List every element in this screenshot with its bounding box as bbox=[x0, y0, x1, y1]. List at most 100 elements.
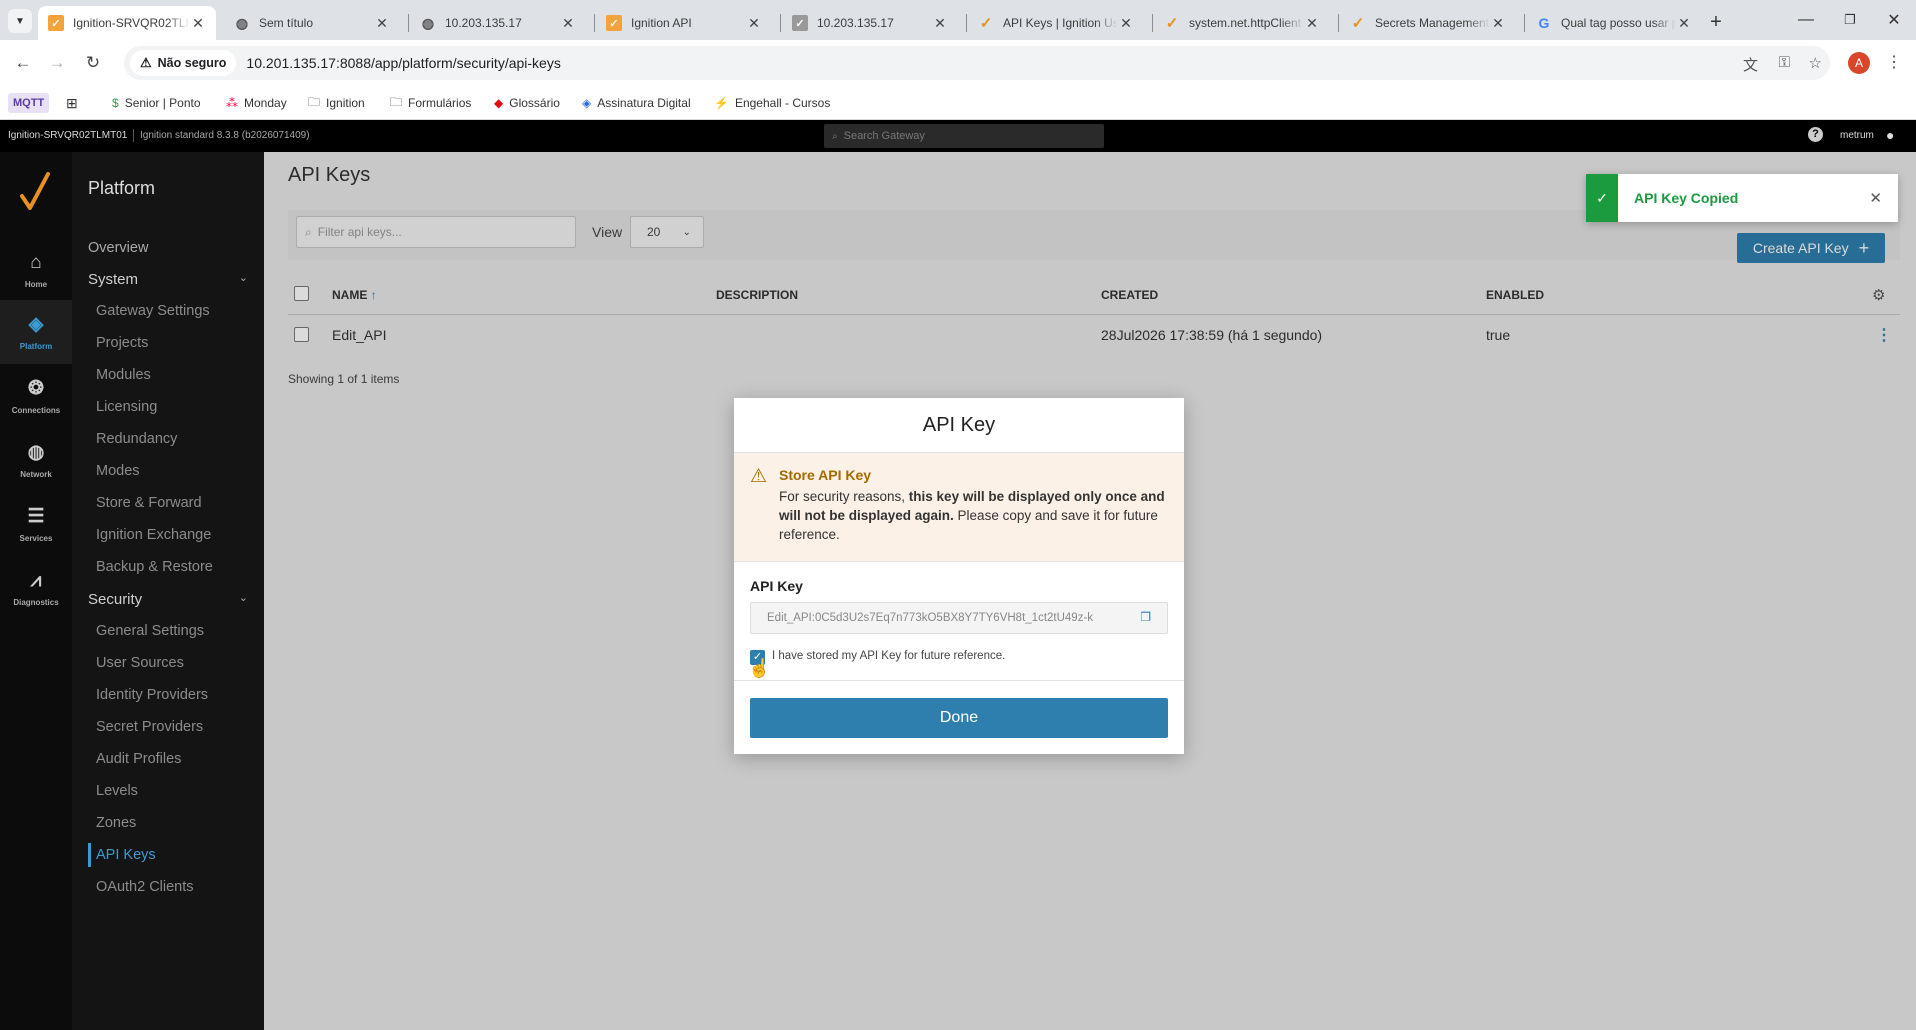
browser-tab[interactable]: ✓ system.net.httpClient ✕ bbox=[1154, 6, 1330, 40]
dialog-divider bbox=[734, 561, 1184, 562]
tab-title: Secrets Management bbox=[1375, 16, 1490, 30]
nav-item-gateway-settings[interactable]: Gateway Settings bbox=[96, 303, 210, 319]
nav-item-projects[interactable]: Projects bbox=[96, 335, 148, 351]
close-icon[interactable]: ✕ bbox=[560, 15, 576, 32]
rail-home[interactable]: ⌂ Home bbox=[0, 238, 72, 302]
browser-tab-bar: ▼ ✓ Ignition-SRVQR02TLMT01 ✕ ◍ Sem títul… bbox=[0, 0, 1916, 40]
tab-search-button[interactable]: ▼ bbox=[8, 9, 32, 33]
nav-section-security[interactable]: Security ⌄ bbox=[88, 591, 248, 608]
arrow-left-icon: ← bbox=[14, 53, 32, 72]
done-button[interactable]: Done bbox=[750, 698, 1168, 738]
bookmark-engehall[interactable]: ⚡ Engehall - Cursos bbox=[714, 93, 830, 113]
copy-icon[interactable]: ❐ bbox=[1140, 610, 1151, 624]
nav-item-general-settings[interactable]: General Settings bbox=[96, 623, 204, 639]
nav-item-audit-profiles[interactable]: Audit Profiles bbox=[96, 751, 181, 767]
close-icon[interactable]: ✕ bbox=[1490, 15, 1506, 32]
bookmark-star-icon[interactable]: ☆ bbox=[1809, 54, 1822, 72]
rail-label: Home bbox=[24, 279, 48, 289]
rail-connections[interactable]: ❂ Connections bbox=[0, 364, 72, 428]
minimize-button[interactable]: — bbox=[1792, 6, 1820, 34]
browser-tab[interactable]: G Qual tag posso usar para ✕ bbox=[1526, 6, 1702, 40]
browser-tab[interactable]: ✓ API Keys | Ignition User Manual ✕ bbox=[968, 6, 1144, 40]
close-icon[interactable]: ✕ bbox=[374, 15, 390, 32]
back-button[interactable]: ← bbox=[8, 48, 38, 78]
security-indicator[interactable]: ⚠ Não seguro bbox=[130, 50, 237, 76]
nav-item-identity-providers[interactable]: Identity Providers bbox=[96, 687, 208, 703]
restore-button[interactable]: ❐ bbox=[1836, 6, 1864, 34]
nav-item-zones[interactable]: Zones bbox=[96, 815, 136, 831]
nav-section-system[interactable]: System ⌄ bbox=[88, 271, 248, 288]
nav-item-levels[interactable]: Levels bbox=[96, 783, 138, 799]
rail-platform[interactable]: ◈ Platform bbox=[0, 300, 72, 364]
browser-tab[interactable]: ◍ 10.203.135.17 ✕ bbox=[410, 6, 586, 40]
bookmark-glossario[interactable]: ◆ Glossário bbox=[494, 93, 560, 113]
bookmark-folder-ignition[interactable]: 🗀 Ignition bbox=[308, 93, 365, 113]
nav-item-overview[interactable]: Overview bbox=[88, 240, 148, 256]
browser-tab[interactable]: ✓ Ignition API ✕ bbox=[596, 6, 772, 40]
gateway-name: Ignition-SRVQR02TLMT01 bbox=[8, 130, 128, 141]
bookmark-folder-formularios[interactable]: 🗀 Formulários bbox=[390, 93, 471, 113]
ignition-icon: ✓ bbox=[1351, 15, 1365, 32]
warning-text: For security reasons, this key will be d… bbox=[779, 487, 1171, 544]
forward-button[interactable]: → bbox=[42, 48, 72, 78]
nav-item-modules[interactable]: Modules bbox=[96, 367, 151, 383]
nav-item-redundancy[interactable]: Redundancy bbox=[96, 431, 177, 447]
user-name[interactable]: metrum bbox=[1840, 130, 1874, 141]
api-key-value[interactable]: Edit_API:0C5d3U2s7Eq7n773kO5BX8Y7TY6VH8t… bbox=[767, 612, 1127, 624]
bookmark-senior-ponto[interactable]: $ Senior | Ponto bbox=[112, 93, 201, 113]
rail-services[interactable]: ☰ Services bbox=[0, 492, 72, 556]
close-icon[interactable]: ✕ bbox=[1869, 189, 1882, 207]
nav-item-ignition-exchange[interactable]: Ignition Exchange bbox=[96, 527, 211, 543]
rail-network[interactable]: ◍ Network bbox=[0, 428, 72, 492]
close-icon[interactable]: ✕ bbox=[932, 15, 948, 32]
rail-diagnostics[interactable]: ⩘ Diagnostics bbox=[0, 556, 72, 620]
address-bar[interactable]: ⚠ Não seguro 10.201.135.17:8088/app/plat… bbox=[124, 46, 1830, 80]
reload-button[interactable]: ↻ bbox=[78, 48, 108, 78]
close-icon[interactable]: ✕ bbox=[1304, 15, 1320, 32]
checkbox-label[interactable]: I have stored my API Key for future refe… bbox=[772, 650, 1005, 662]
nav-item-api-keys[interactable]: API Keys bbox=[88, 843, 156, 867]
bookmark-mqtt[interactable]: MQTT bbox=[8, 93, 50, 113]
nav-item-licensing[interactable]: Licensing bbox=[96, 399, 157, 415]
nav-item-modes[interactable]: Modes bbox=[96, 463, 140, 479]
nav-item-backup-restore[interactable]: Backup & Restore bbox=[96, 559, 213, 575]
header-divider bbox=[133, 129, 134, 142]
close-icon[interactable]: ✕ bbox=[190, 15, 206, 32]
close-icon[interactable]: ✕ bbox=[1118, 15, 1134, 32]
close-icon[interactable]: ✕ bbox=[1676, 15, 1692, 32]
bookmark-assinatura-digital[interactable]: ◈ Assinatura Digital bbox=[582, 93, 691, 113]
password-key-icon[interactable]: ⚿ bbox=[1779, 54, 1790, 71]
rail-label: Connections bbox=[11, 406, 61, 415]
ignition-logo bbox=[16, 168, 56, 216]
bookmark-monday[interactable]: ⁂ Monday bbox=[226, 93, 287, 113]
nav-item-user-sources[interactable]: User Sources bbox=[96, 655, 184, 671]
translate-icon[interactable]: 文 bbox=[1743, 54, 1758, 75]
close-window-button[interactable]: ✕ bbox=[1880, 6, 1908, 34]
gateway-search-input[interactable]: ⌕ Search Gateway bbox=[824, 124, 1104, 148]
connections-icon: ❂ bbox=[28, 378, 44, 399]
browser-tab[interactable]: ◍ Sem título ✕ bbox=[224, 6, 400, 40]
tab-title: 10.203.135.17 bbox=[445, 16, 522, 30]
nav-item-store-forward[interactable]: Store & Forward bbox=[96, 495, 202, 511]
browser-menu-button[interactable]: ⋮ bbox=[1884, 52, 1904, 74]
plus-icon: + bbox=[1710, 10, 1722, 33]
close-icon[interactable]: ✕ bbox=[746, 15, 762, 32]
user-icon[interactable]: ● bbox=[1886, 127, 1894, 143]
ignition-icon: ✓ bbox=[1165, 15, 1179, 32]
nav-item-secret-providers[interactable]: Secret Providers bbox=[96, 719, 203, 735]
more-vertical-icon: ⋮ bbox=[1886, 54, 1902, 71]
apps-grid-button[interactable]: ⊞ bbox=[66, 93, 78, 113]
url-text[interactable]: 10.201.135.17:8088/app/platform/security… bbox=[246, 55, 560, 71]
browser-tab[interactable]: ✓ Ignition-SRVQR02TLMT01 ✕ bbox=[38, 6, 216, 40]
help-icon[interactable]: ? bbox=[1808, 127, 1823, 142]
check-circle-icon: ✓ bbox=[1586, 174, 1618, 222]
new-tab-button[interactable]: + bbox=[1702, 8, 1730, 36]
profile-avatar[interactable]: A bbox=[1848, 52, 1870, 74]
browser-tab[interactable]: ✓ 10.203.135.17 ✕ bbox=[782, 6, 958, 40]
browser-tab[interactable]: ✓ Secrets Management ✕ bbox=[1340, 6, 1516, 40]
nav-item-oauth2-clients[interactable]: OAuth2 Clients bbox=[96, 879, 194, 895]
chevron-down-icon: ▼ bbox=[15, 15, 25, 27]
tab-title: API Keys | Ignition User Manual bbox=[1003, 16, 1118, 30]
api-key-field[interactable]: Edit_API:0C5d3U2s7Eq7n773kO5BX8Y7TY6VH8t… bbox=[750, 602, 1168, 634]
warning-banner: ⚠ Store API Key For security reasons, th… bbox=[734, 453, 1184, 561]
